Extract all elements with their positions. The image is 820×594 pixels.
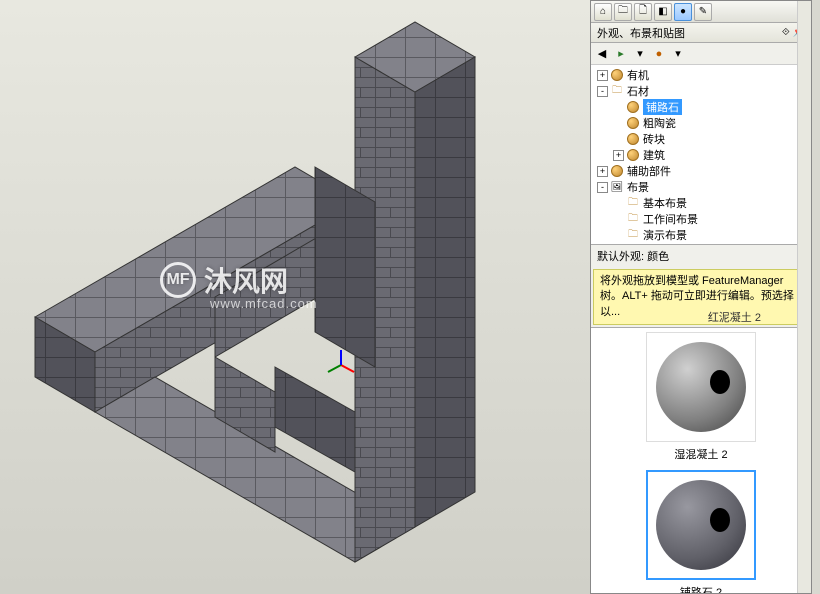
tree-item-label: 布景 bbox=[627, 179, 649, 195]
material-sphere-icon bbox=[610, 68, 624, 82]
tree-item-label: 演示布景 bbox=[643, 227, 687, 243]
tree-item[interactable]: 🗀工作间布景 bbox=[593, 211, 809, 227]
file-tab-icon[interactable]: 🗋 bbox=[634, 3, 652, 21]
tree-item[interactable]: + 辅助部件 bbox=[593, 163, 809, 179]
default-appearance-section: 默认外观: 颜色 将外观拖放到模型或 FeatureManager 树。ALT+… bbox=[591, 245, 811, 328]
tree-expander-icon[interactable]: + bbox=[597, 166, 608, 177]
material-sphere-icon bbox=[626, 100, 640, 114]
tree-item[interactable]: 粗陶瓷 bbox=[593, 115, 809, 131]
appearance-swatch[interactable]: 湿混凝土 2 bbox=[595, 332, 807, 462]
folder-icon: 🗀 bbox=[610, 84, 624, 98]
library-tab-icon[interactable]: 🗀 bbox=[614, 3, 632, 21]
tree-item[interactable]: + 建筑 bbox=[593, 147, 809, 163]
tree-expander-icon[interactable]: - bbox=[597, 182, 608, 193]
folder-icon: 🗀 bbox=[626, 196, 640, 210]
tree-item-label: 铺路石 bbox=[643, 99, 682, 115]
forward-icon[interactable]: ▸ bbox=[613, 46, 629, 62]
watermark-sub: www.mfcad.com bbox=[210, 296, 318, 311]
tree-item-label: 砖块 bbox=[643, 131, 665, 147]
swatch-label: 湿混凝土 2 bbox=[595, 446, 807, 462]
appearance-tree[interactable]: +有机-🗀石材铺路石粗陶瓷砖块+建筑+辅助部件-🖼布景🗀基本布景🗀工作间布景🗀演… bbox=[591, 65, 811, 245]
sphere-mode-icon[interactable]: ● bbox=[651, 46, 667, 62]
swatch-preview bbox=[646, 470, 756, 580]
material-sphere-icon bbox=[626, 132, 640, 146]
material-sphere-icon bbox=[626, 116, 640, 130]
view-tab-icon[interactable]: ◧ bbox=[654, 3, 672, 21]
scene-icon: 🖼 bbox=[610, 180, 624, 194]
appearance-swatch-list[interactable]: 湿混凝土 2 铺路石 2 bbox=[591, 328, 811, 593]
task-pane: ⌂ 🗀 🗋 ◧ ● ✎ 外观、布景和贴图 ⟐ 📌 ◀ ▸ ▾ ● ▾ +有机-🗀… bbox=[590, 0, 812, 594]
tree-item-label: 建筑 bbox=[643, 147, 665, 163]
tree-item-label: 粗陶瓷 bbox=[643, 115, 676, 131]
watermark: MF 沐风网 bbox=[160, 260, 288, 300]
swatch-preview bbox=[646, 332, 756, 442]
drag-hint: 将外观拖放到模型或 FeatureManager 树。ALT+ 拖动可立即进行编… bbox=[593, 269, 809, 325]
folder-icon: 🗀 bbox=[626, 212, 640, 226]
taskpane-tab-toolbar: ⌂ 🗀 🗋 ◧ ● ✎ bbox=[591, 1, 811, 23]
tree-item[interactable]: -🖼布景 bbox=[593, 179, 809, 195]
tree-item-label: 石材 bbox=[627, 83, 649, 99]
panel-title-bar: 外观、布景和贴图 ⟐ 📌 bbox=[591, 23, 811, 43]
swatch-scrollbar[interactable] bbox=[797, 328, 811, 593]
default-appearance-label: 默认外观: 颜色 bbox=[591, 245, 811, 267]
material-sphere-icon bbox=[610, 164, 624, 178]
tree-item[interactable]: 铺路石 bbox=[593, 99, 809, 115]
dropdown-icon[interactable]: ▾ bbox=[632, 46, 648, 62]
tree-expander-icon[interactable]: + bbox=[597, 70, 608, 81]
tree-expander-icon[interactable]: + bbox=[613, 150, 624, 161]
tree-expander-icon[interactable]: - bbox=[597, 86, 608, 97]
back-icon[interactable]: ◀ bbox=[594, 46, 610, 62]
custom-tab-icon[interactable]: ✎ bbox=[694, 3, 712, 21]
appearance-toolbar: ◀ ▸ ▾ ● ▾ bbox=[591, 43, 811, 65]
model-viewport[interactable]: MF 沐风网 www.mfcad.com bbox=[0, 0, 590, 594]
tree-item[interactable]: 🗀演示布景 bbox=[593, 227, 809, 243]
more-icon[interactable]: ▾ bbox=[670, 46, 686, 62]
tree-item[interactable]: -🗀石材 bbox=[593, 83, 809, 99]
folder-icon: 🗀 bbox=[626, 228, 640, 242]
tree-item[interactable]: 🗀基本布景 bbox=[593, 195, 809, 211]
tree-item[interactable]: + 有机 bbox=[593, 67, 809, 83]
appearance-swatch[interactable]: 铺路石 2 bbox=[595, 470, 807, 593]
tree-item-label: 辅助部件 bbox=[627, 163, 671, 179]
tree-item-label: 基本布景 bbox=[643, 195, 687, 211]
tree-item-label: 有机 bbox=[627, 67, 649, 83]
tree-item-label: 工作间布景 bbox=[643, 211, 698, 227]
swatch-label-cut: 红泥凝土 2 bbox=[708, 309, 761, 325]
watermark-badge-icon: MF bbox=[160, 262, 196, 298]
appearance-tab-icon[interactable]: ● bbox=[674, 3, 692, 21]
tree-item[interactable]: 砖块 bbox=[593, 131, 809, 147]
panel-title: 外观、布景和贴图 bbox=[597, 25, 685, 41]
material-sphere-icon bbox=[626, 148, 640, 162]
watermark-text: 沐风网 bbox=[204, 260, 288, 300]
swatch-label: 铺路石 2 bbox=[595, 584, 807, 593]
home-tab-icon[interactable]: ⌂ bbox=[594, 3, 612, 21]
